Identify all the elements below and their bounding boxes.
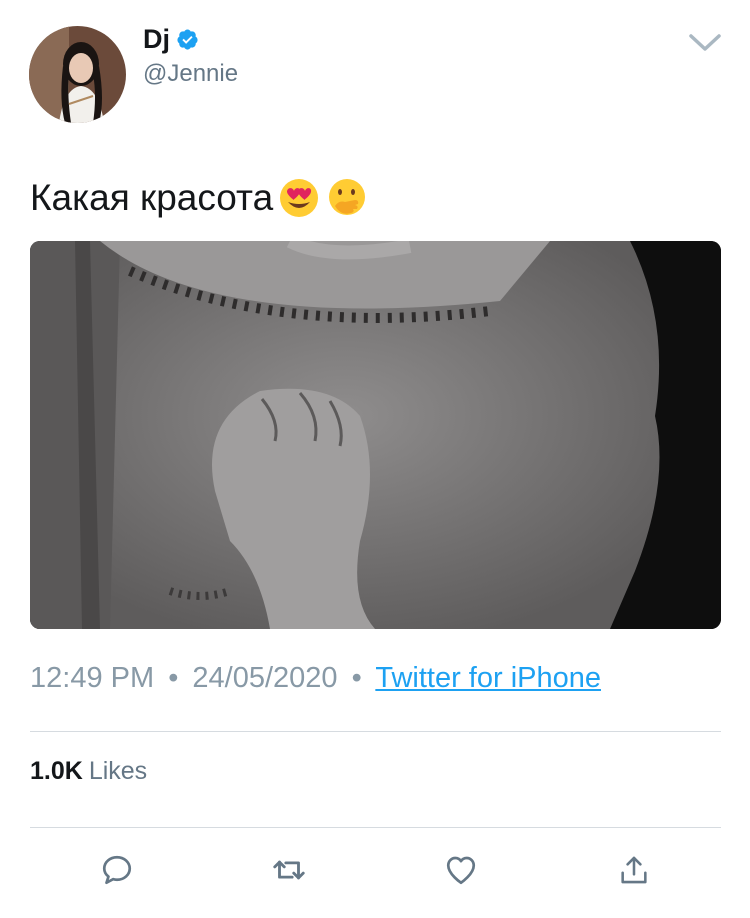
name-row: Dj — [143, 24, 199, 55]
tweet-date: 24/05/2020 — [192, 662, 338, 694]
tweet-meta: 12:49 PM • 24/05/2020 • Twitter for iPho… — [30, 662, 601, 695]
tweet-actions — [0, 848, 750, 898]
like-button[interactable] — [439, 848, 483, 892]
tweet-time: 12:49 PM — [30, 662, 155, 694]
divider — [30, 731, 721, 732]
hand-over-mouth-emoji-icon — [329, 179, 366, 215]
likes-stat[interactable]: 1.0K Likes — [30, 757, 147, 786]
divider — [30, 827, 721, 828]
display-name[interactable]: Dj — [143, 24, 170, 55]
chevron-down-icon[interactable] — [688, 30, 722, 54]
tweet-header: Dj @Jennie — [0, 0, 750, 140]
verified-badge-icon — [177, 29, 198, 50]
user-handle[interactable]: @Jennie — [143, 60, 238, 88]
share-button[interactable] — [612, 848, 656, 892]
meta-separator: • — [168, 662, 179, 694]
tweet-media-image[interactable] — [30, 241, 721, 629]
reply-icon — [102, 855, 132, 885]
heart-eyes-emoji-icon — [280, 179, 319, 217]
likes-count: 1.0K — [30, 757, 83, 785]
meta-separator: • — [351, 662, 362, 694]
likes-label: Likes — [88, 757, 148, 785]
tweet-source-link[interactable]: Twitter for iPhone — [375, 662, 601, 694]
retweet-button[interactable] — [267, 848, 311, 892]
retweet-icon — [273, 860, 305, 880]
share-icon — [621, 856, 647, 884]
reply-button[interactable] — [95, 848, 139, 892]
tweet-text-content: Какая красота — [30, 177, 274, 218]
tweet-text: Какая красота — [30, 176, 369, 220]
avatar[interactable] — [29, 26, 126, 123]
heart-icon — [446, 856, 476, 885]
